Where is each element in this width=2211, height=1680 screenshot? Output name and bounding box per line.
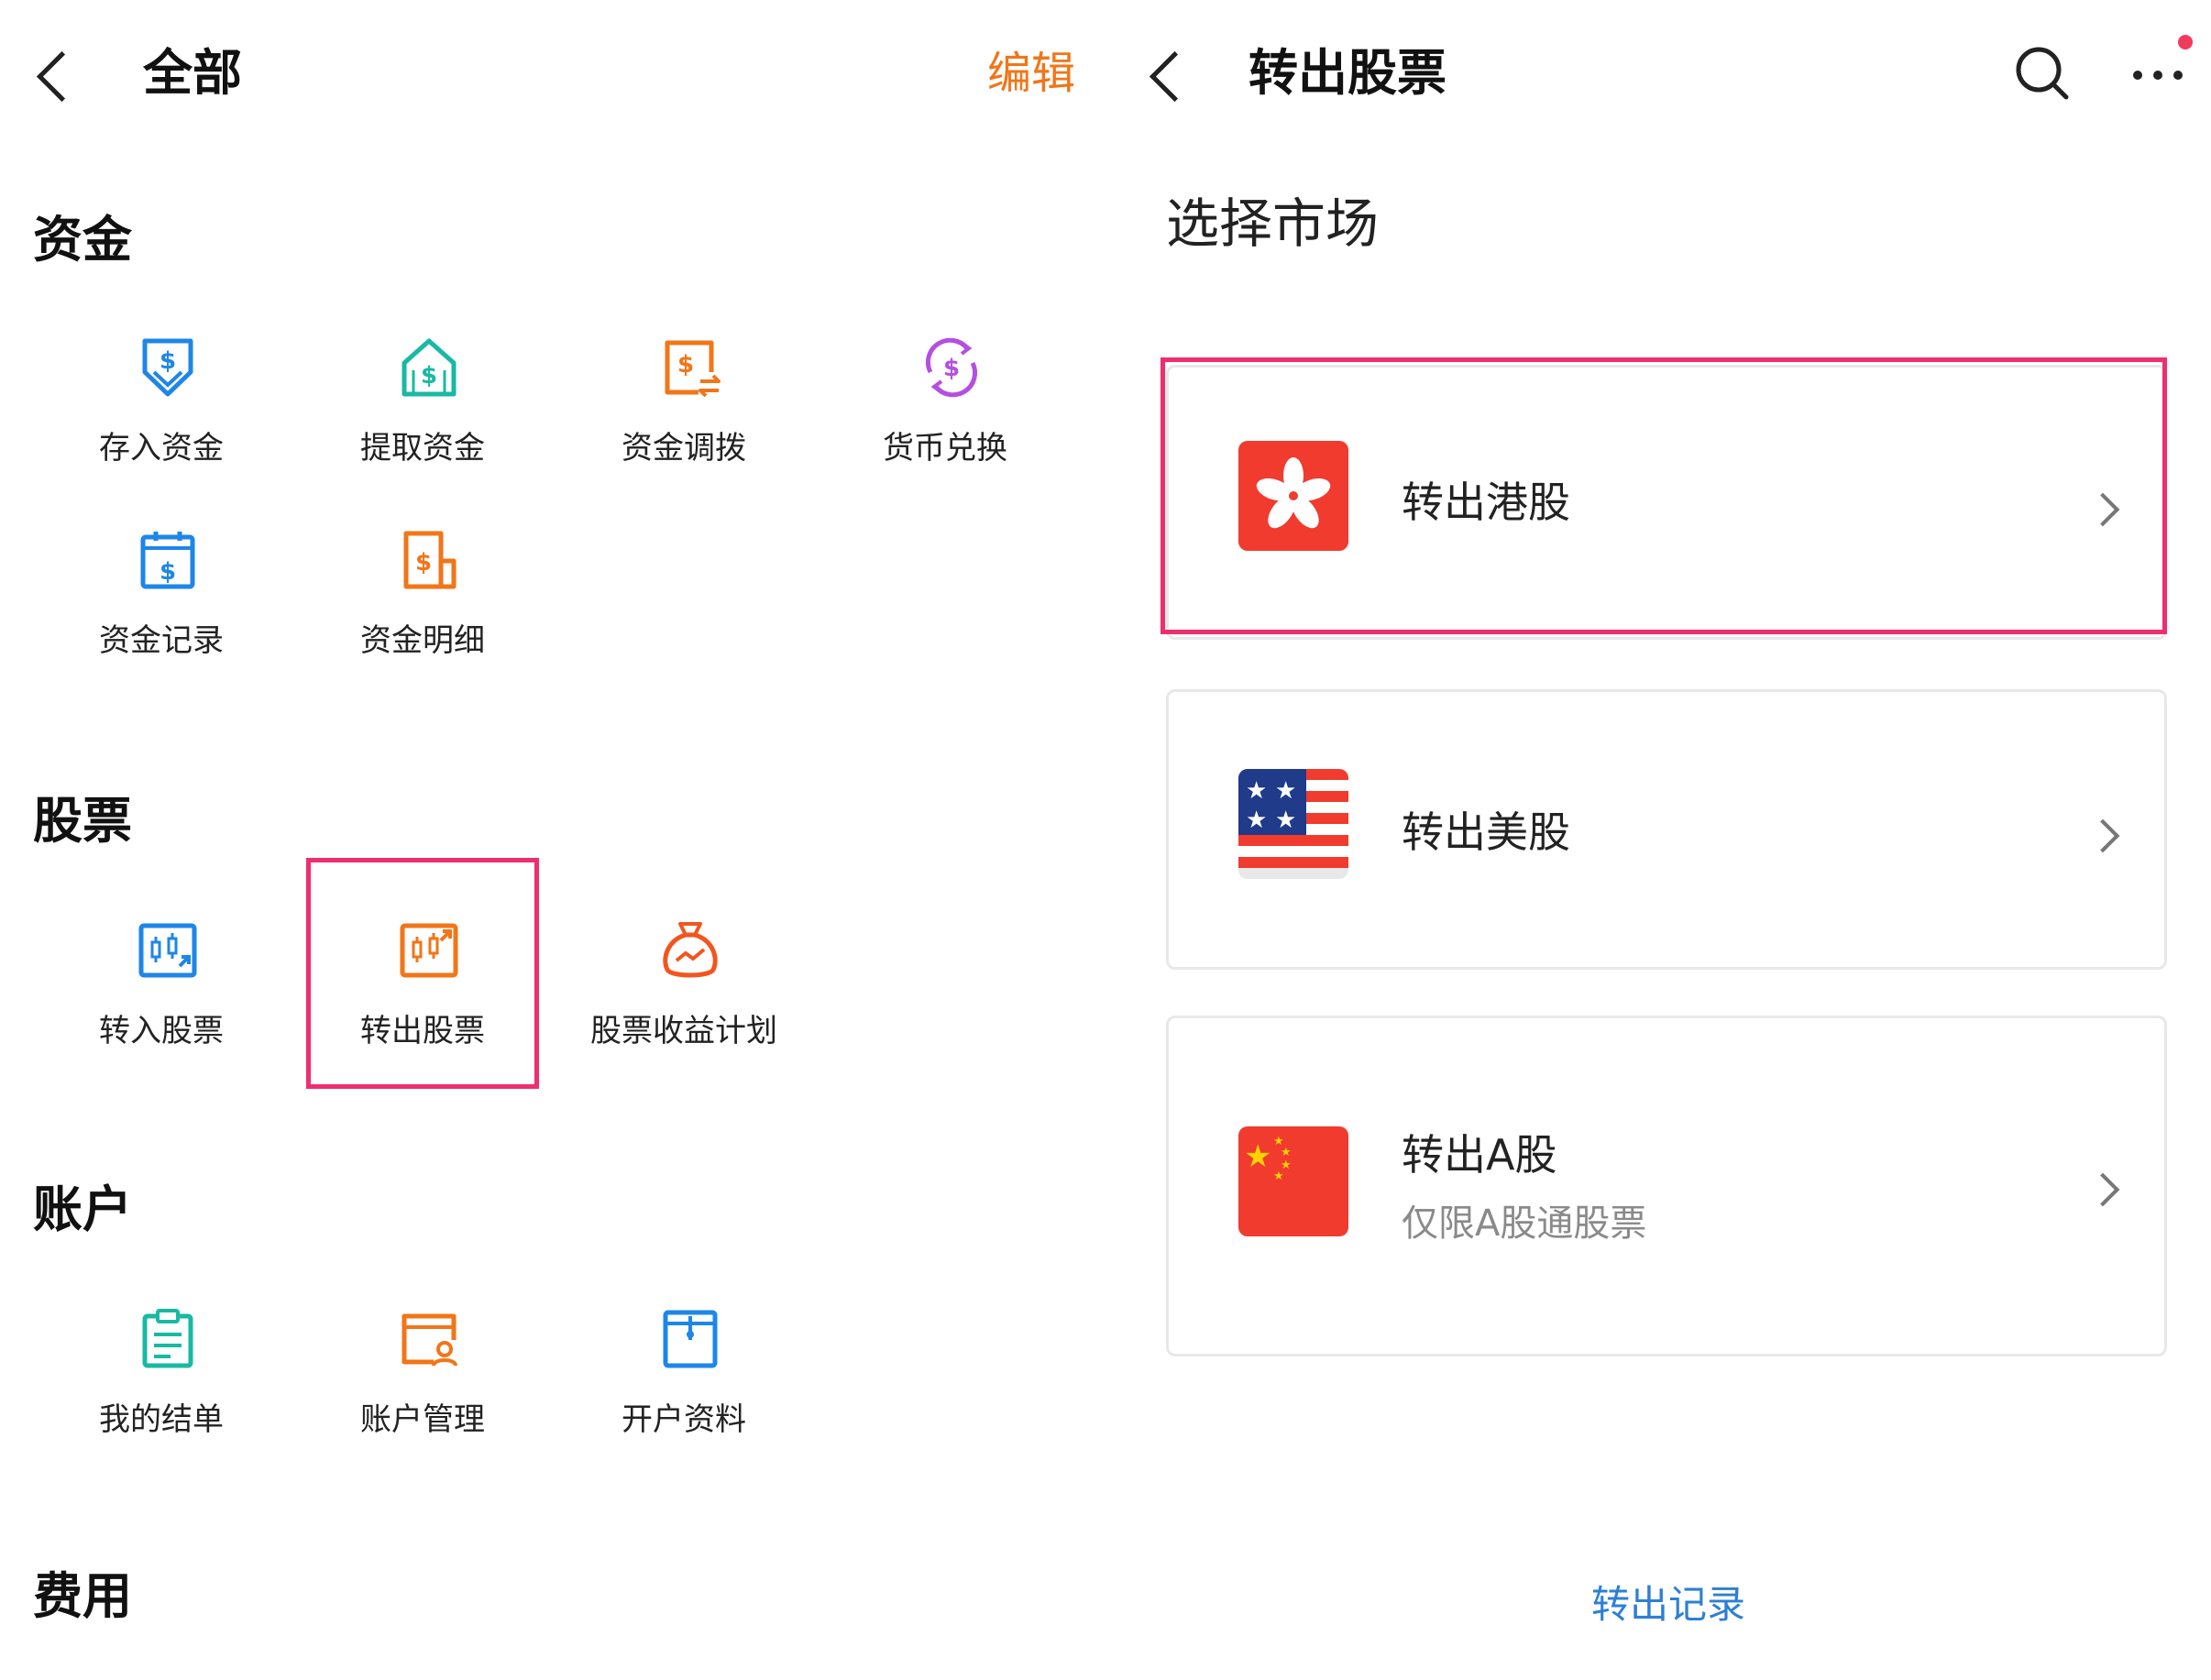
svg-text:$: $ [160,347,176,375]
grid-item-label: 转入股票 [99,1013,224,1049]
section-subtitle: 选择市场 [1166,192,1380,255]
fund-record-icon: $ [140,532,195,589]
account-manage-icon [402,1313,457,1367]
stock-in-icon [138,923,197,978]
section-title-stocks: 股票 [33,792,132,850]
market-card-cn[interactable]: ★ ★ ★ ★ ★ 转出A股 仅限A股通股票 [1166,1016,2167,1356]
market-label: 转出A股 [1402,1130,1557,1180]
svg-text:★: ★ [1246,777,1267,805]
grid-item-deposit[interactable]: $ 存入资金 [33,330,290,513]
svg-text:$: $ [943,355,960,382]
grid-item-currency-exchange[interactable]: $ 货币兑换 [817,330,1073,513]
more-options-icon[interactable] [2128,55,2187,92]
cn-flag-icon: ★ ★ ★ ★ ★ [1238,1126,1348,1236]
grid-item-withdraw[interactable]: $ 提取资金 [294,330,551,513]
svg-text:★: ★ [1275,777,1296,805]
transfer-record-link[interactable]: 转出记录 [1577,1576,1760,1633]
us-flag-icon: ★ ★ ★ ★ [1238,769,1348,879]
highlight-hk-market [1160,357,2167,634]
transfer-funds-icon: $ [665,340,720,398]
svg-text:$: $ [677,351,694,379]
svg-text:$: $ [160,558,176,586]
svg-text:★: ★ [1281,1146,1292,1159]
section-title-account: 账户 [33,1180,132,1238]
grid-item-stock-income-plan[interactable]: 股票收益计划 [556,913,812,1096]
grid-item-stock-in[interactable]: 转入股票 [33,913,290,1096]
svg-text:$: $ [421,362,437,390]
grid-item-label: 提取资金 [360,430,485,467]
fund-detail-icon: $ [403,531,456,589]
svg-text:$: $ [415,549,432,576]
market-label: 转出美股 [1402,807,1570,857]
grid-item-label: 资金调拨 [622,430,746,467]
market-sublabel: 仅限A股通股票 [1402,1202,1647,1245]
svg-text:★: ★ [1273,1169,1284,1183]
svg-text:★: ★ [1244,1138,1271,1175]
grid-item-transfer-funds[interactable]: $ 资金调拨 [556,330,812,513]
grid-item-label: 资金记录 [99,622,224,659]
grid-item-label: 资金明细 [360,622,485,659]
section-title-funds: 资金 [33,211,132,269]
grid-item-label: 账户管理 [360,1401,485,1438]
grid-item-statement[interactable]: 我的结单 [33,1301,290,1485]
highlight-stock-out [306,858,539,1089]
chevron-right-icon [2085,1172,2120,1207]
section-title-fees: 费用 [33,1567,132,1625]
grid-item-account-info[interactable]: 开户资料 [556,1301,812,1485]
edit-button[interactable]: 编辑 [974,37,1075,110]
page-title: 转出股票 [1248,44,1446,102]
svg-text:★: ★ [1275,807,1296,834]
account-info-icon [663,1310,718,1368]
deposit-icon: $ [142,338,193,397]
grid-item-label: 存入资金 [99,430,224,467]
money-bag-icon [663,922,718,978]
grid-item-fund-detail[interactable]: $ 资金明细 [294,522,551,706]
grid-item-label: 我的结单 [99,1401,224,1438]
grid-item-account-manage[interactable]: 账户管理 [294,1301,551,1485]
chevron-right-icon [2085,818,2120,853]
grid-item-fund-record[interactable]: $ 资金记录 [33,522,290,706]
grid-item-label: 股票收益计划 [590,1013,777,1049]
market-card-us[interactable]: ★ ★ ★ ★ 转出美股 [1166,689,2167,970]
statement-icon [142,1309,193,1368]
grid-item-label: 开户资料 [622,1401,746,1438]
currency-exchange-icon: $ [925,337,978,398]
search-icon[interactable] [2013,44,2070,101]
page-title: 全部 [143,44,242,102]
svg-text:★: ★ [1246,807,1267,834]
grid-item-label: 货币兑换 [883,430,1007,467]
back-button[interactable] [1149,50,1201,103]
notification-dot [2178,35,2193,49]
back-button[interactable] [36,50,88,103]
withdraw-icon: $ [402,338,456,397]
